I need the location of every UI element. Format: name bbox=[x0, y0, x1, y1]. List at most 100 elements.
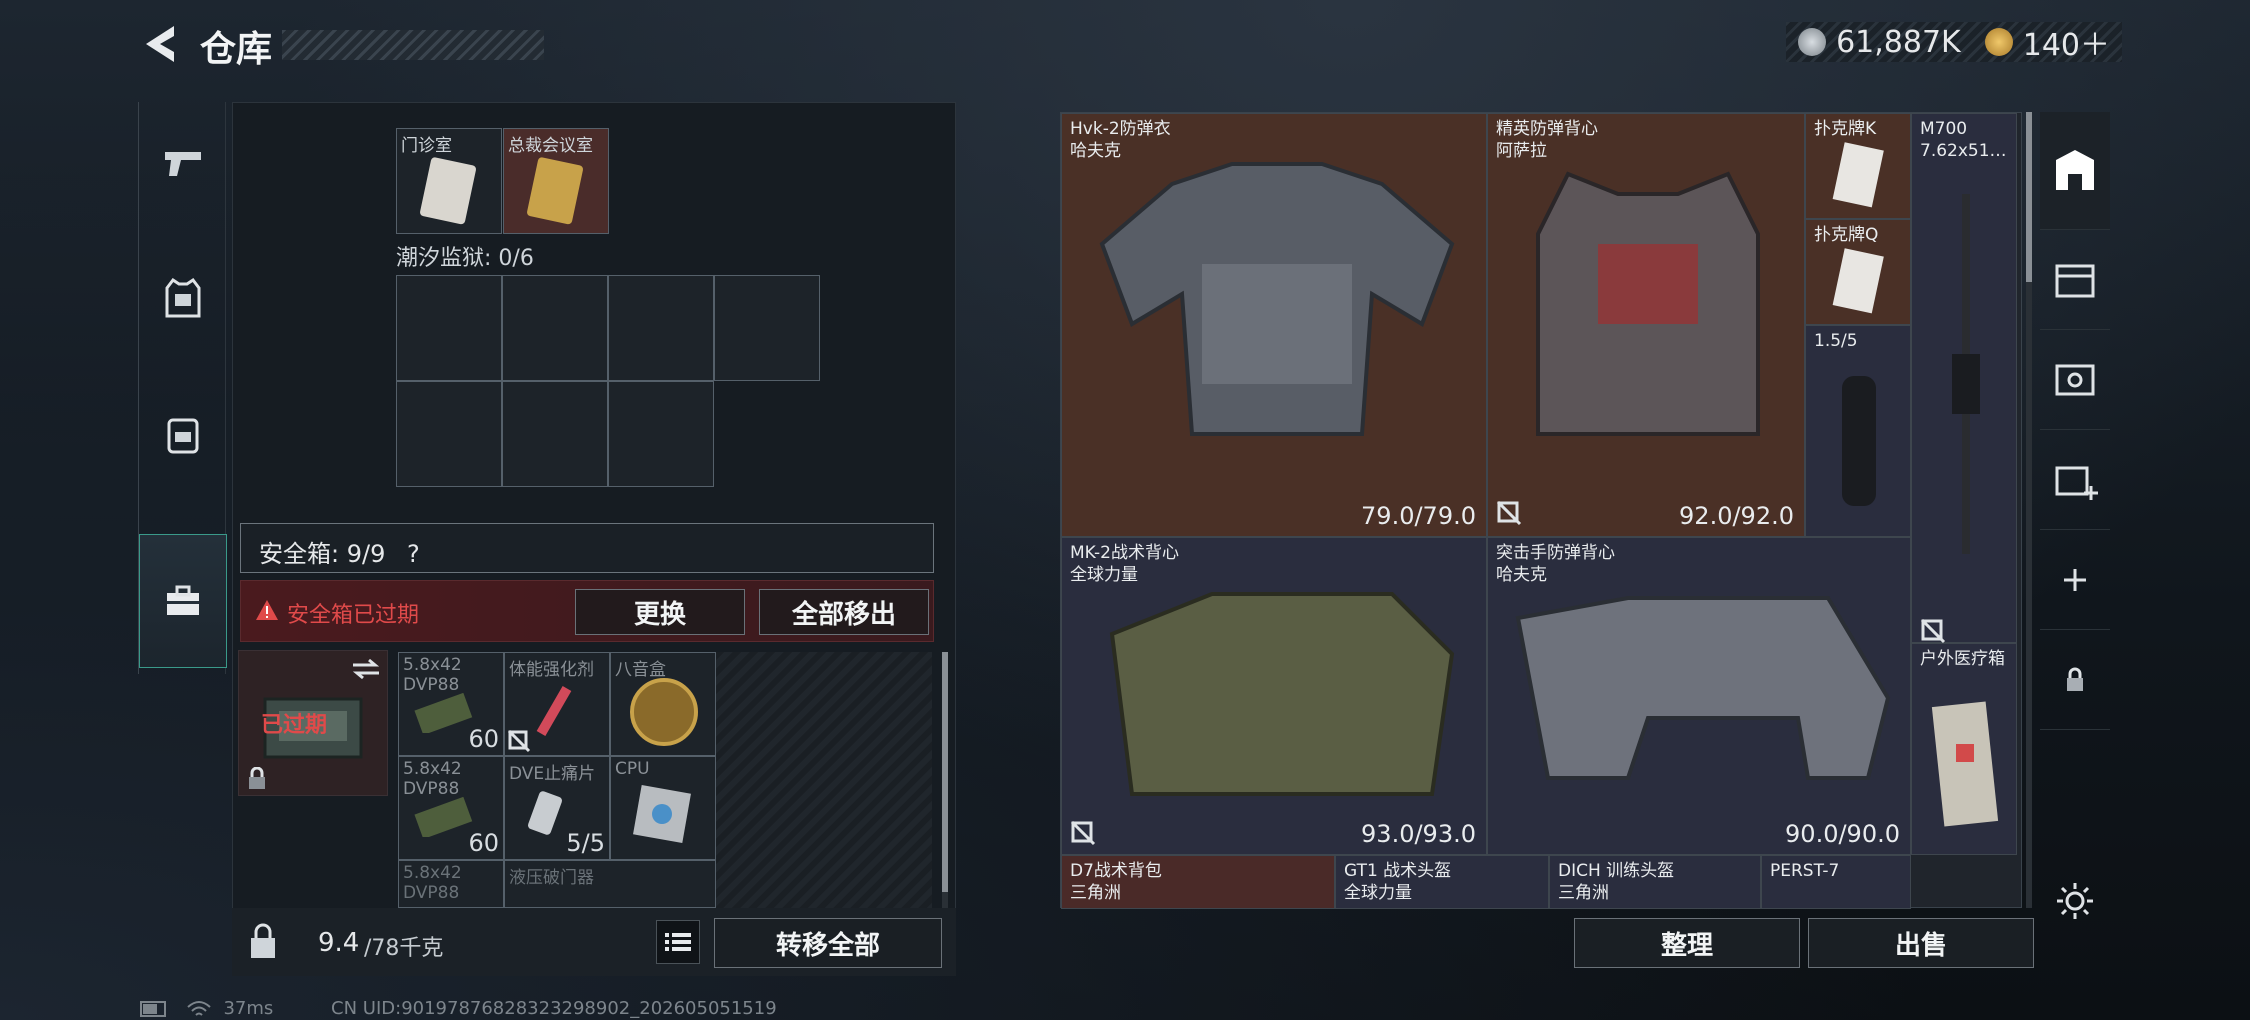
tactical-vest-icon bbox=[1109, 592, 1455, 796]
currency-bar: 61,887K 140＋ bbox=[1786, 20, 2122, 64]
stash-grid: Hvk-2防弹衣 哈夫克 79.0/79.0 精英防弹背心 阿萨拉 92.0/9… bbox=[1060, 112, 2022, 909]
left-category-nav bbox=[138, 102, 227, 674]
plus-icon bbox=[2064, 568, 2086, 591]
settings-button[interactable] bbox=[2040, 876, 2110, 926]
item-name: DICH 训练头盔 bbox=[1558, 861, 1675, 881]
stash-item[interactable]: 扑克牌Q bbox=[1805, 219, 1911, 325]
stash-item[interactable]: GT1 战术头盔 全球力量 bbox=[1335, 855, 1549, 909]
stash-item[interactable]: 户外医疗箱 bbox=[1911, 643, 2017, 855]
back-button[interactable] bbox=[138, 22, 188, 66]
key-slot[interactable]: 门诊室 bbox=[396, 128, 502, 234]
key-slot-empty[interactable] bbox=[396, 381, 502, 487]
item-name: Hvk-2防弹衣 bbox=[1070, 119, 1171, 139]
replace-button[interactable]: 更换 bbox=[575, 589, 745, 635]
item-durability: 79.0/79.0 bbox=[1361, 502, 1476, 530]
expired-badge: 已过期 bbox=[261, 713, 328, 738]
item-name: 户外医疗箱 bbox=[1920, 649, 2005, 669]
key-name: 总裁会议室 bbox=[508, 136, 593, 156]
item-qty: 5/5 bbox=[566, 829, 605, 857]
cpu-chip-icon bbox=[633, 785, 691, 843]
key-slot-empty[interactable] bbox=[396, 275, 502, 381]
item-name: M700 bbox=[1920, 119, 1968, 139]
safebox-item[interactable]: 体能强化剂 bbox=[504, 652, 610, 756]
stash-item[interactable]: MK-2战术背心 全球力量 93.0/93.0 bbox=[1061, 537, 1487, 855]
sell-button[interactable]: 出售 bbox=[1808, 918, 2034, 968]
title-decoration bbox=[282, 30, 544, 60]
expired-notice: 安全箱已过期 bbox=[287, 603, 420, 628]
stash-tab-1[interactable] bbox=[2040, 230, 2110, 330]
sort-button[interactable]: 整理 bbox=[1574, 918, 1800, 968]
ammo-box-icon bbox=[414, 693, 473, 733]
stash-item[interactable]: PERST-7 bbox=[1761, 855, 1911, 909]
item-durability: 92.0/92.0 bbox=[1679, 502, 1794, 530]
stash-item[interactable]: M700 7.62x51… bbox=[1911, 113, 2017, 644]
stash-scrollbar[interactable] bbox=[2026, 112, 2032, 908]
stash-item[interactable]: Hvk-2防弹衣 哈夫克 79.0/79.0 bbox=[1061, 113, 1487, 537]
safebox-slot[interactable]: 已过期 bbox=[238, 650, 388, 796]
stash-item[interactable]: 1.5/5 bbox=[1805, 325, 1911, 537]
left-scrollbar[interactable] bbox=[942, 652, 948, 908]
key-slot-empty[interactable] bbox=[608, 381, 714, 487]
safebox-capacity: 安全箱: 9/9 bbox=[259, 540, 386, 568]
page-title: 仓库 bbox=[200, 29, 273, 70]
key-slot[interactable]: 总裁会议室 bbox=[503, 128, 609, 234]
item-name: 突击手防弹背心 bbox=[1496, 543, 1615, 563]
key-slot-empty[interactable] bbox=[714, 275, 820, 381]
nav-item-weapons[interactable] bbox=[139, 102, 227, 222]
safebox-item[interactable]: DVE止痛片 5/5 bbox=[504, 756, 610, 860]
status-bar: 37ms CN UID:90197876828323298902_2026050… bbox=[140, 998, 777, 1019]
safebox-item[interactable]: 八音盒 bbox=[610, 652, 716, 756]
no-sell-icon bbox=[507, 729, 531, 753]
list-view-button[interactable] bbox=[656, 920, 700, 964]
premium-currency-amount[interactable]: 140＋ bbox=[2023, 20, 2110, 64]
item-name: 扑克牌K bbox=[1814, 119, 1877, 139]
tactical-vest-icon bbox=[1536, 171, 1760, 436]
warning-icon bbox=[256, 600, 278, 620]
item-qty: 60 bbox=[468, 829, 499, 857]
gear-icon bbox=[2057, 883, 2093, 919]
item-name: DVE止痛片 bbox=[509, 764, 596, 784]
nav-item-safebox[interactable] bbox=[139, 534, 227, 668]
locked-tab[interactable] bbox=[2040, 630, 2110, 730]
weight-max: /78千克 bbox=[364, 936, 444, 961]
item-name: 精英防弹背心 bbox=[1496, 119, 1598, 139]
safebox-item[interactable]: CPU bbox=[610, 756, 716, 860]
key-slot-empty[interactable] bbox=[608, 275, 714, 381]
item-name: 液压破门器 bbox=[509, 868, 594, 888]
help-button[interactable]: ? bbox=[407, 540, 420, 568]
rifle-scope-icon bbox=[1842, 376, 1876, 506]
weight-lock-icon bbox=[251, 923, 275, 958]
list-icon bbox=[665, 933, 691, 951]
safebox-item[interactable]: 5.8x42 DVP88 bbox=[398, 860, 504, 908]
safebox-expired-bar: 安全箱已过期 更换 全部移出 bbox=[240, 580, 934, 642]
stash-item[interactable]: 精英防弹背心 阿萨拉 92.0/92.0 bbox=[1487, 113, 1805, 537]
stash-item[interactable]: 扑克牌K bbox=[1805, 113, 1911, 219]
nav-item-armor[interactable] bbox=[139, 238, 227, 358]
back-arrow-icon bbox=[146, 26, 174, 62]
stash-tab-all[interactable] bbox=[2040, 112, 2110, 230]
stash-tab-3[interactable] bbox=[2040, 430, 2110, 530]
stash-tab-2[interactable] bbox=[2040, 330, 2110, 430]
nav-item-backpack[interactable] bbox=[139, 374, 227, 494]
key-slot-empty[interactable] bbox=[502, 275, 608, 381]
add-tab-button[interactable] bbox=[2040, 530, 2110, 630]
stash-item[interactable]: 突击手防弹背心 哈夫克 90.0/90.0 bbox=[1487, 537, 1911, 855]
box-stack-icon bbox=[2055, 264, 2095, 297]
weight-current: 9.4 bbox=[318, 928, 360, 958]
item-durability: 90.0/90.0 bbox=[1785, 820, 1900, 848]
safebox-header: 安全箱: 9/9 ? bbox=[240, 523, 934, 573]
triangle-coin-icon bbox=[1984, 28, 2013, 56]
safebox-item[interactable]: 5.8x42 DVP88 60 bbox=[398, 652, 504, 756]
pistol-icon bbox=[165, 152, 201, 176]
stash-item[interactable]: DICH 训练头盔 三角洲 bbox=[1549, 855, 1761, 909]
safebox-item[interactable]: 5.8x42 DVP88 60 bbox=[398, 756, 504, 860]
item-name: 5.8x42 bbox=[403, 759, 462, 779]
safebox-item[interactable]: 液压破门器 bbox=[504, 860, 716, 908]
battery-icon bbox=[140, 1001, 166, 1017]
transfer-all-button[interactable]: 转移全部 bbox=[714, 918, 942, 968]
move-all-out-button[interactable]: 全部移出 bbox=[759, 589, 929, 635]
item-sub: DVP88 bbox=[403, 779, 460, 799]
playing-card-icon bbox=[1832, 142, 1884, 208]
key-slot-empty[interactable] bbox=[502, 381, 608, 487]
stash-item[interactable]: D7战术背包 三角洲 bbox=[1061, 855, 1335, 909]
